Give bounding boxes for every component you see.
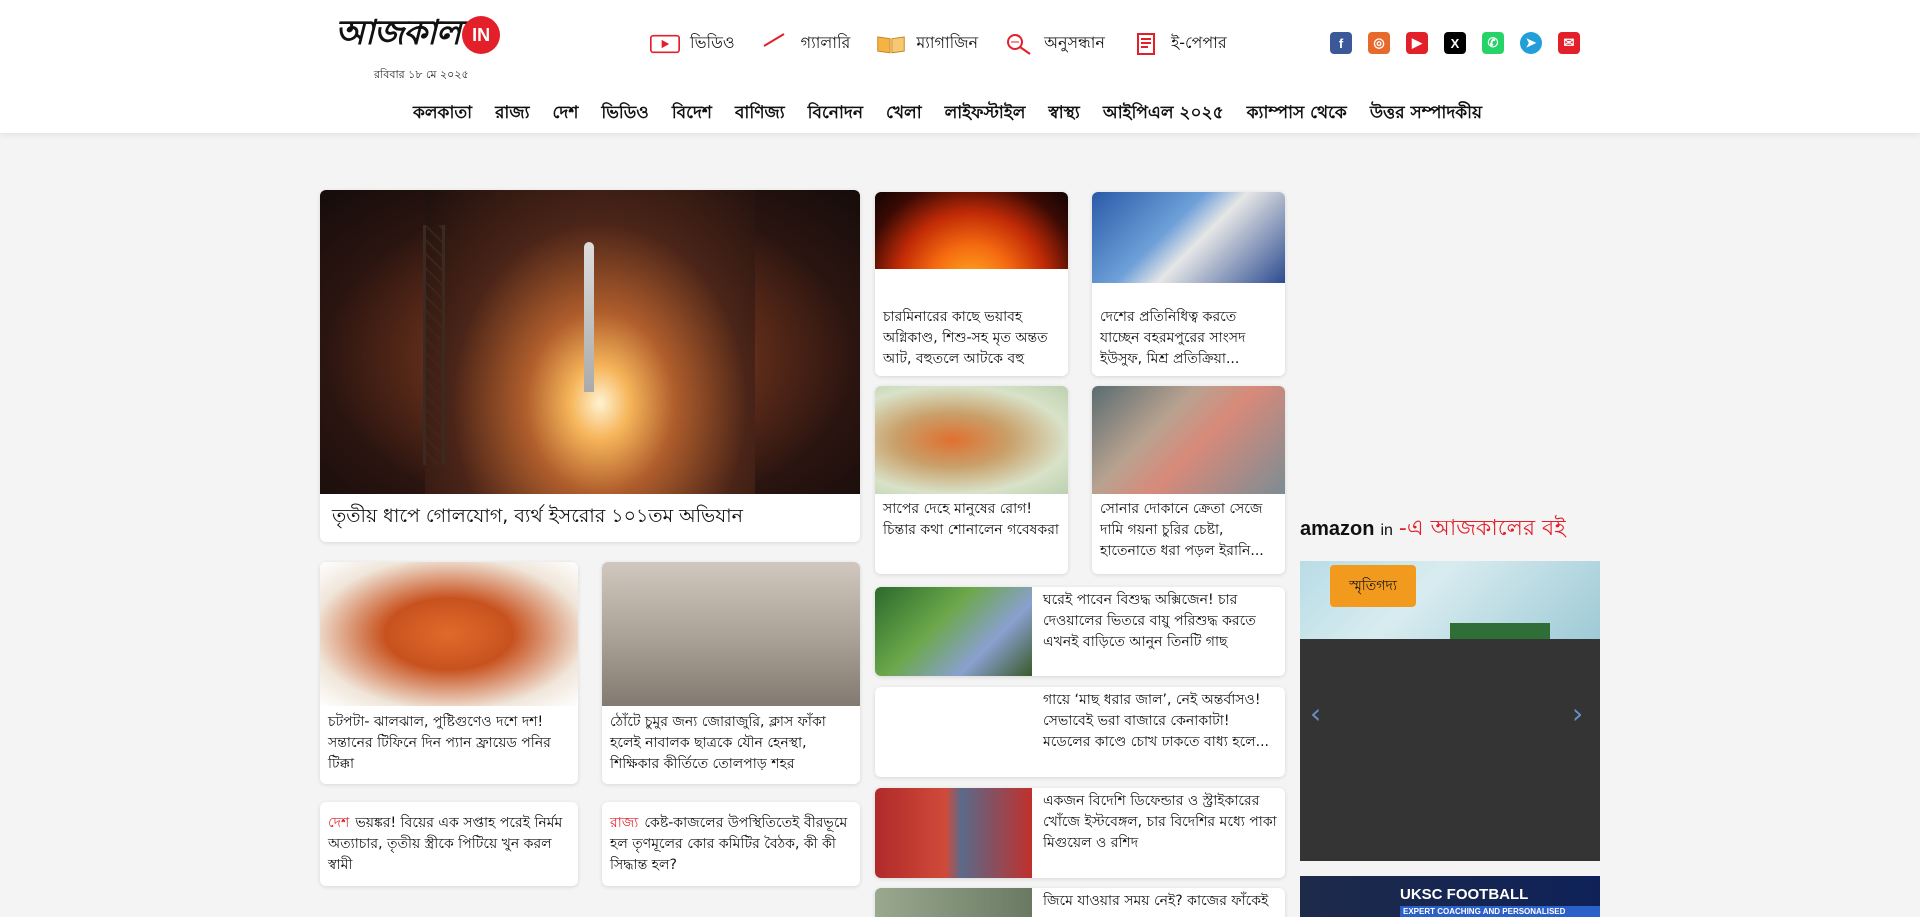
current-date: রবিবার ১৮ মে ২০২৫: [374, 68, 469, 81]
story-image: [875, 788, 1032, 878]
search-icon: [1004, 32, 1034, 56]
story-headline[interactable]: গায়ে ‘মাছ ধরার জাল’, নেই অন্তর্বাসও! সে…: [1043, 690, 1277, 753]
tagged-story-text[interactable]: দেশ ভয়ঙ্কর! বিয়ের এক সপ্তাহ পরেই নির্মম…: [328, 813, 570, 876]
list-story[interactable]: একজন বিদেশি ডিফেন্ডার ও স্ট্রাইকারের খোঁ…: [875, 788, 1285, 878]
top-nav-label: অনুসন্ধান: [1044, 33, 1105, 52]
top-nav: ভিডিও গ্যালারি ম্যাগাজিন অনুসন্ধান ই-পেপ…: [650, 30, 1227, 57]
whatsapp-icon[interactable]: ✆: [1482, 32, 1504, 54]
category-tag[interactable]: রাজ্য: [610, 815, 638, 831]
top-nav-epaper[interactable]: ই-পেপার: [1131, 30, 1227, 57]
story-headline[interactable]: সোনার দোকানে ক্রেতা সেজে দামি গয়না চুরি…: [1100, 499, 1277, 562]
list-story[interactable]: জিমে যাওয়ার সময় নেই? কাজের ফাঁকেই: [875, 888, 1285, 917]
tagged-story-headline[interactable]: ভয়ঙ্কর! বিয়ের এক সপ্তাহ পরেই নির্মম অত…: [328, 815, 562, 873]
story-headline[interactable]: একজন বিদেশি ডিফেন্ডার ও স্ট্রাইকারের খোঁ…: [1043, 791, 1277, 854]
hero-headline[interactable]: তৃতীয় ধাপে গোলযোগ, ব্যর্থ ইসরোর ১০১তম অ…: [332, 502, 852, 530]
story-card[interactable]: চটপটা- ঝালঝাল, পুষ্টিগুণেও দশে দশ! সন্তা…: [320, 562, 578, 784]
story-image: [875, 587, 1032, 676]
main-nav: কলকাতা রাজ্য দেশ ভিডিও বিদেশ বাণিজ্য বিন…: [413, 100, 1482, 128]
amazon-in: in: [1380, 522, 1393, 539]
top-nav-label: ভিডিও: [690, 33, 735, 52]
story-headline[interactable]: ঠোঁটে চুমুর জন্য জোরাজুরি, ক্লাস ফাঁকা হ…: [610, 712, 852, 775]
top-nav-search[interactable]: অনুসন্ধান: [1004, 30, 1105, 57]
ad-subtitle: EXPERT COACHING AND PERSONALISED TRAININ…: [1400, 906, 1600, 917]
tagged-story[interactable]: রাজ্য কেষ্ট-কাজলের উপস্থিতিতেই বীরভূমে হল…: [602, 802, 860, 886]
list-story[interactable]: গায়ে ‘মাছ ধরার জাল’, নেই অন্তর্বাসও! সে…: [875, 687, 1285, 777]
video-icon: [650, 32, 680, 56]
carousel-next-icon[interactable]: ›: [1572, 697, 1583, 730]
story-image: [875, 888, 1032, 917]
ad-banner[interactable]: UKSC FOOTBALL ACADEMY EXPERT COACHING AN…: [1300, 876, 1600, 917]
nav-item-sports[interactable]: খেলা: [886, 100, 922, 128]
book-cover: স্মৃতিগদ্য: [1300, 561, 1600, 639]
nav-item-state[interactable]: রাজ্য: [495, 100, 529, 128]
telegram-icon[interactable]: ➤: [1520, 32, 1542, 54]
epaper-icon: [1131, 32, 1161, 56]
nav-item-business[interactable]: বাণিজ্য: [735, 100, 785, 128]
hero-image: [320, 190, 860, 494]
nav-item-ipl[interactable]: আইপিএল ২০২৫: [1103, 100, 1224, 128]
site-header: আজকাল IN রবিবার ১৮ মে ২০২৫ ভিডিও গ্যালার…: [0, 0, 1920, 133]
nav-item-video[interactable]: ভিডিও: [601, 100, 648, 128]
book-badge: স্মৃতিগদ্য: [1330, 565, 1416, 607]
top-nav-video[interactable]: ভিডিও: [650, 30, 735, 57]
story-image: [602, 562, 860, 706]
gallery-icon: [761, 32, 791, 56]
story-card[interactable]: সোনার দোকানে ক্রেতা সেজে দামি গয়না চুরি…: [1092, 386, 1285, 574]
top-nav-magazine[interactable]: ম্যাগাজিন: [876, 30, 978, 57]
story-card[interactable]: সাপের দেহে মানুষের রোগ! চিন্তার কথা শোনা…: [875, 386, 1068, 574]
story-image: [875, 386, 1068, 494]
nav-item-editorial[interactable]: উত্তর সম্পাদকীয়: [1370, 100, 1482, 128]
carousel-prev-icon[interactable]: ‹: [1310, 697, 1321, 730]
book-spine: [1450, 623, 1550, 639]
amazon-books-heading[interactable]: amazon in -এ আজকালের বই: [1300, 511, 1566, 548]
list-story[interactable]: ঘরেই পাবেন বিশুদ্ধ অক্সিজেন! চার দেওয়াল…: [875, 587, 1285, 676]
site-logo[interactable]: আজকাল IN: [335, 13, 501, 56]
story-card[interactable]: চারমিনারের কাছে ভয়াবহ অগ্নিকাণ্ড, শিশু-…: [875, 192, 1068, 376]
story-headline[interactable]: চটপটা- ঝালঝাল, পুষ্টিগুণেও দশে দশ! সন্তা…: [328, 712, 570, 775]
youtube-icon[interactable]: ▶: [1406, 32, 1428, 54]
nav-item-world[interactable]: বিদেশ: [672, 100, 712, 128]
tagged-story[interactable]: দেশ ভয়ঙ্কর! বিয়ের এক সপ্তাহ পরেই নির্মম…: [320, 802, 578, 886]
nav-item-lifestyle[interactable]: লাইফস্টাইল: [945, 100, 1026, 128]
top-nav-gallery[interactable]: গ্যালারি: [761, 30, 851, 57]
story-card[interactable]: ঠোঁটে চুমুর জন্য জোরাজুরি, ক্লাস ফাঁকা হ…: [602, 562, 860, 784]
story-headline[interactable]: চারমিনারের কাছে ভয়াবহ অগ্নিকাণ্ড, শিশু-…: [883, 307, 1060, 370]
story-headline[interactable]: জিমে যাওয়ার সময় নেই? কাজের ফাঁকেই: [1043, 891, 1277, 912]
story-headline[interactable]: সাপের দেহে মানুষের রোগ! চিন্তার কথা শোনা…: [883, 499, 1060, 541]
story-image: [1092, 386, 1285, 494]
nav-item-entertainment[interactable]: বিনোদন: [808, 100, 863, 128]
category-tag[interactable]: দেশ: [328, 815, 349, 831]
story-headline[interactable]: দেশের প্রতিনিধিত্ব করতে যাচ্ছেন বহরমপুরে…: [1100, 307, 1277, 370]
top-nav-label: ম্যাগাজিন: [916, 33, 979, 52]
nav-item-country[interactable]: দেশ: [553, 100, 579, 128]
tagged-story-text[interactable]: রাজ্য কেষ্ট-কাজলের উপস্থিতিতেই বীরভূমে হল…: [610, 813, 852, 876]
amazon-logo: amazon: [1300, 518, 1375, 540]
facebook-icon[interactable]: f: [1330, 32, 1352, 54]
book-carousel[interactable]: স্মৃতিগদ্য ‹ ›: [1300, 561, 1600, 861]
x-icon[interactable]: X: [1444, 32, 1466, 54]
story-card[interactable]: দেশের প্রতিনিধিত্ব করতে যাচ্ছেন বহরমপুরে…: [1092, 192, 1285, 376]
nav-item-campus[interactable]: ক্যাম্পাস থেকে: [1247, 100, 1347, 128]
story-headline[interactable]: ঘরেই পাবেন বিশুদ্ধ অক্সিজেন! চার দেওয়াল…: [1043, 590, 1277, 653]
logo-badge: IN: [462, 16, 501, 54]
story-image: [320, 562, 578, 706]
story-image: [1092, 192, 1285, 283]
nav-item-kolkata[interactable]: কলকাতা: [413, 100, 472, 128]
social-links: f ◎ ▶ X ✆ ➤ ✉: [1330, 32, 1580, 54]
instagram-icon[interactable]: ◎: [1368, 32, 1390, 54]
top-nav-label: ই-পেপার: [1170, 33, 1227, 52]
amazon-books-title: -এ আজকালের বই: [1398, 516, 1566, 541]
top-nav-label: গ্যালারি: [800, 33, 851, 52]
mail-icon[interactable]: ✉: [1558, 32, 1580, 54]
logo-wordmark: আজকাল: [335, 12, 461, 53]
hero-story[interactable]: তৃতীয় ধাপে গোলযোগ, ব্যর্থ ইসরোর ১০১তম অ…: [320, 190, 860, 542]
nav-item-health[interactable]: স্বাস্থ্য: [1048, 100, 1079, 128]
story-image: [875, 192, 1068, 269]
magazine-icon: [876, 32, 906, 56]
tagged-story-headline[interactable]: কেষ্ট-কাজলের উপস্থিতিতেই বীরভূমে হল তৃণম…: [610, 815, 847, 873]
